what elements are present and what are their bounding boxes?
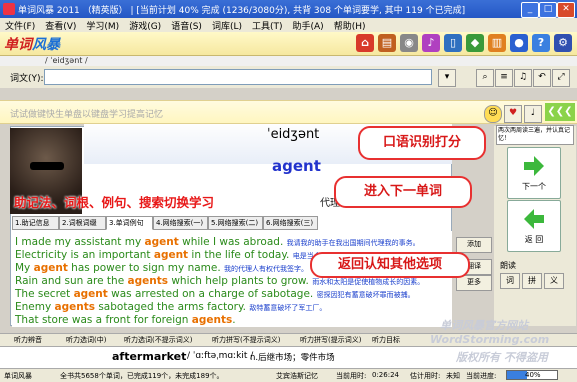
undo-icon[interactable]: ↶ xyxy=(533,69,551,87)
annotation-learning-modes: 助记法、词根、例句、搜索切换学习 xyxy=(14,195,215,210)
chart-icon[interactable]: ▥ xyxy=(488,34,506,52)
tab-listen-target[interactable]: 听力目标 xyxy=(372,335,400,346)
tab-listen-spell-hint[interactable]: 听力拼写(提示词义) xyxy=(300,335,361,346)
list-icon[interactable]: ≡ xyxy=(495,69,513,87)
book-icon[interactable]: ▤ xyxy=(378,34,396,52)
status-est: 未知 xyxy=(446,372,460,380)
toolbar: 单词风暴 ⌂ ▤ ◉ ♪ ▯ ◆ ▥ ● ? ⚙ xyxy=(0,32,577,56)
menu-library[interactable]: 词库(L) xyxy=(207,18,247,33)
tab-web-search-3[interactable]: 6.网络搜索(三) xyxy=(263,216,318,230)
read-label: 朗读 xyxy=(500,261,516,270)
menu-learn[interactable]: 学习(M) xyxy=(81,18,124,33)
leaf-icon[interactable]: ◆ xyxy=(466,34,484,52)
smiley-icon[interactable]: ☺ xyxy=(484,105,502,123)
status-est-label: 估计用时: xyxy=(410,372,441,380)
status-progress-label: 当前进度: xyxy=(466,372,497,380)
microphone-icon[interactable]: ♩ xyxy=(524,105,542,123)
footer-word: aftermarket xyxy=(112,350,187,363)
example-sentences: I made my assistant my agent while I was… xyxy=(12,231,452,327)
menu-tools[interactable]: 工具(T) xyxy=(247,18,288,33)
annotation-back: 返回认知其他选项 xyxy=(310,252,470,278)
title-bar: 单词风暴 2011 （精英版） | [当前计划 40% 完成 (1236/308… xyxy=(0,0,577,18)
tab-roots[interactable]: 2.词根词缀 xyxy=(59,216,106,230)
annotation-next-word: 进入下一单词 xyxy=(334,176,472,208)
menu-view[interactable]: 查看(V) xyxy=(40,18,81,33)
tab-web-search-1[interactable]: 4.网络搜索(一) xyxy=(153,216,208,230)
menu-file[interactable]: 文件(F) xyxy=(0,18,40,33)
heart-icon[interactable]: ♥ xyxy=(504,105,522,123)
read-spell-button[interactable]: 拼 xyxy=(522,273,542,289)
progress-value: 40% xyxy=(525,371,541,379)
menu-game[interactable]: 游戏(G) xyxy=(124,18,166,33)
sentence-item[interactable]: I made my assistant my agent while I was… xyxy=(15,236,420,248)
study-note: 两次两周读三遍，并认真记忆！ xyxy=(496,125,574,145)
next-word-button[interactable]: 下一个 xyxy=(507,147,561,199)
watermark-line: 单词风暴官方网站 xyxy=(440,319,528,332)
status-bar: 单词风暴 全书共5658个单词，已完成119个，未完成189个。 艾宾浩斯记忆 … xyxy=(0,368,577,382)
status-mode: 艾宾浩斯记忆 xyxy=(276,372,318,380)
add-button[interactable]: 添加 xyxy=(456,237,492,253)
watermark-line: 版权所有 不得盗用 xyxy=(456,351,548,364)
app-logo: 单词风暴 xyxy=(4,37,60,53)
music-icon[interactable]: ♪ xyxy=(422,34,440,52)
annotation-speech-scoring: 口语识别打分 xyxy=(358,126,486,160)
word-input-row: 词文(Y): ▾ ⌕ ≡ ♫ ↶ ⤢ xyxy=(0,66,577,88)
maximize-button[interactable]: □ xyxy=(539,2,557,18)
settings-icon[interactable]: ⚙ xyxy=(554,34,572,52)
word-title: agent xyxy=(272,157,321,175)
menu-voice[interactable]: 语音(S) xyxy=(166,18,207,33)
home-icon[interactable]: ⌂ xyxy=(356,34,374,52)
status-time: 0:26:24 xyxy=(372,371,399,379)
phonetic-small: / ˈeidʒənt / xyxy=(45,56,88,65)
arrow-left-icon xyxy=(524,209,544,229)
menu-assistant[interactable]: 助手(A) xyxy=(288,18,329,33)
collapse-arrows-icon[interactable]: ❮❮❮ xyxy=(545,103,575,121)
status-summary: 全书共5658个单词，已完成119个，未完成189个。 xyxy=(60,372,224,380)
tab-listen-discriminate[interactable]: 听力辨音 xyxy=(14,335,42,346)
help-icon[interactable]: ? xyxy=(532,34,550,52)
tab-listen-choose-nohint[interactable]: 听力选词(不提示词义) xyxy=(124,335,192,346)
search-icon[interactable]: ⌕ xyxy=(476,69,494,87)
progress-fill xyxy=(507,371,527,379)
audio-icon[interactable]: ♫ xyxy=(514,69,532,87)
word-input-label: 词文(Y): xyxy=(10,74,44,84)
app-icon xyxy=(3,3,15,15)
globe-icon[interactable]: ● xyxy=(510,34,528,52)
footer-meaning: n.后继市场；零件市场 xyxy=(250,353,335,363)
word-phonetic: ˈeidʒənt xyxy=(267,127,320,142)
back-button[interactable]: 返 回 xyxy=(507,200,561,252)
word-input[interactable] xyxy=(44,69,432,85)
sentence-item[interactable]: That store was a front for foreign agent… xyxy=(15,314,236,326)
menu-bar: 文件(F) 查看(V) 学习(M) 游戏(G) 语音(S) 词库(L) 工具(T) 助手(A)… xyxy=(0,18,577,32)
tab-listen-choose[interactable]: 听力选词(中) xyxy=(66,335,106,346)
read-word-button[interactable]: 词 xyxy=(500,273,520,289)
hint-text: 试试做键快生单盘以键盘学习提高记忆 xyxy=(10,110,164,120)
status-app: 单词风暴 xyxy=(4,372,32,380)
sentence-item[interactable]: Enemy agents sabotaged the arms factory.… xyxy=(15,301,326,313)
watermark-line: WordStorming.com xyxy=(430,333,550,346)
menu-help[interactable]: 帮助(H) xyxy=(329,18,371,33)
hint-bar: 试试做键快生单盘以键盘学习提高记忆 ☺ ♥ ♩ xyxy=(0,100,577,124)
tab-web-search-2[interactable]: 5.网络搜索(二) xyxy=(208,216,263,230)
read-meaning-button[interactable]: 义 xyxy=(544,273,564,289)
window-title: 单词风暴 2011 （精英版） | [当前计划 40% 完成 (1236/308… xyxy=(18,6,466,16)
sentence-item[interactable]: The secret agent was arrested on a charg… xyxy=(15,288,415,300)
progress-bar: 40% xyxy=(506,370,558,380)
tab-examples[interactable]: 3.单词例句 xyxy=(106,216,153,230)
phonetic-row: / ˈeidʒənt / xyxy=(0,56,577,66)
expand-icon[interactable]: ⤢ xyxy=(552,69,570,87)
arrow-right-icon xyxy=(524,156,544,176)
sunglasses-icon xyxy=(30,162,64,170)
status-time-label: 当前用时: xyxy=(336,372,367,380)
sentence-item[interactable]: My agent has power to sign my name. 我的代理… xyxy=(15,262,308,274)
footer-phonetic: / ˈɑːftəˌmɑːkit / xyxy=(187,351,254,361)
minimize-button[interactable]: _ xyxy=(521,2,539,18)
disc-icon[interactable]: ◉ xyxy=(400,34,418,52)
learning-tabs: 1.助记信息 2.词根词缀 3.单词例句 4.网络搜索(一) 5.网络搜索(二)… xyxy=(12,216,452,231)
dropdown-button[interactable]: ▾ xyxy=(438,69,456,87)
tab-listen-spell-nohint[interactable]: 听力拼写(不提示词义) xyxy=(212,335,280,346)
close-button[interactable]: ✕ xyxy=(557,2,575,18)
notebook-icon[interactable]: ▯ xyxy=(444,34,462,52)
tab-mnemonic[interactable]: 1.助记信息 xyxy=(12,216,59,230)
